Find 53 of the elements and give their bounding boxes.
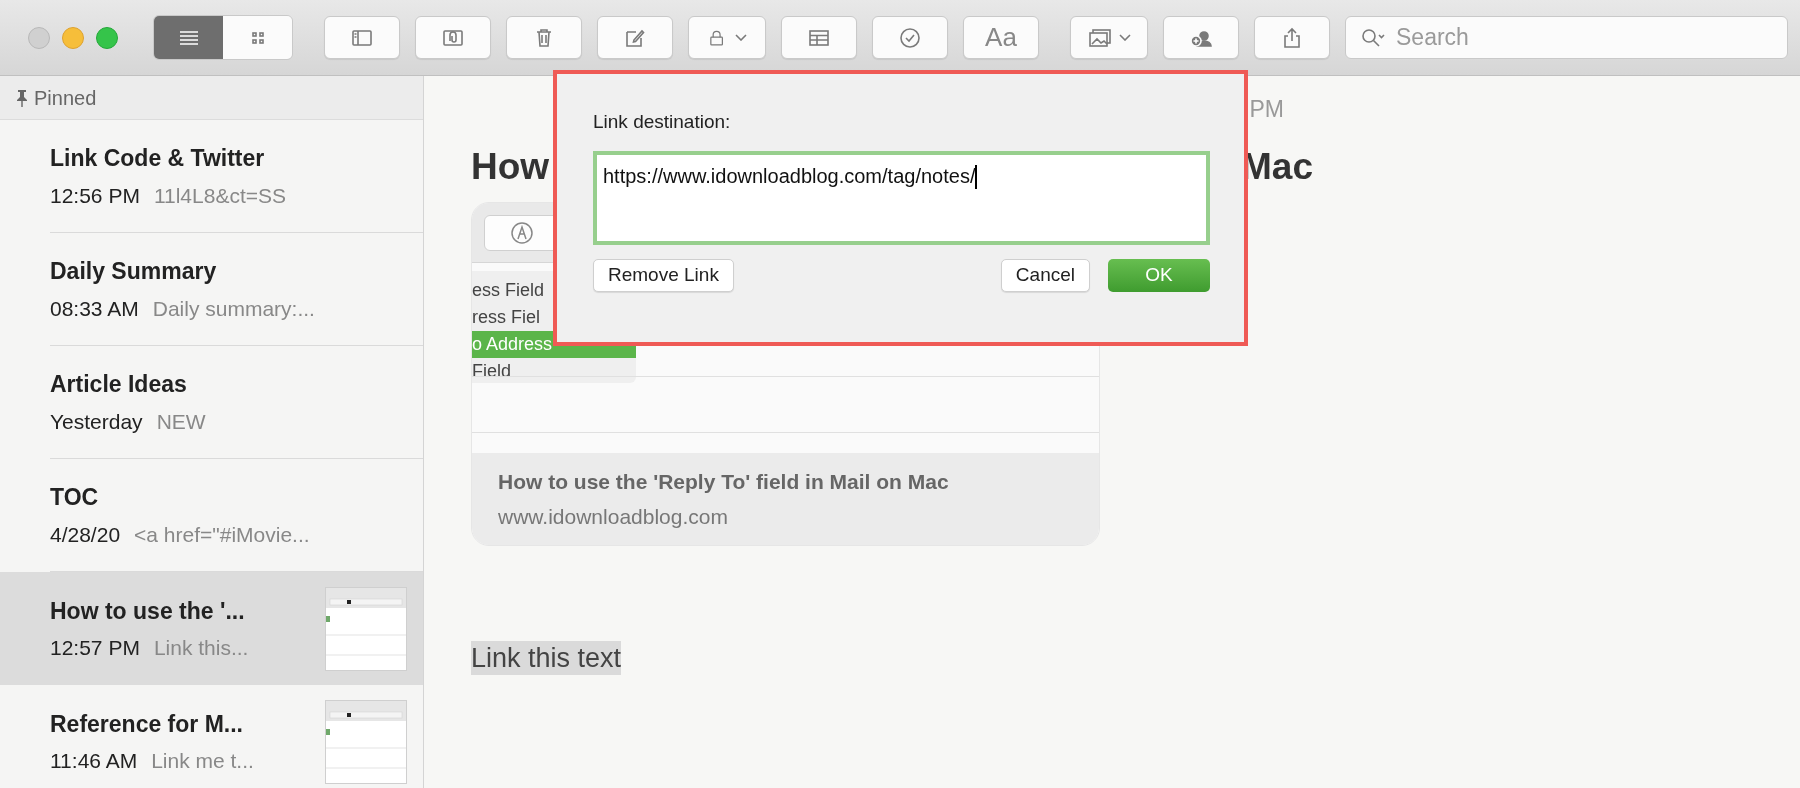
note-date: PM bbox=[1249, 95, 1284, 124]
collaborate-button[interactable] bbox=[1163, 16, 1239, 59]
note-row[interactable]: How to use the '... 12:57 PM Link this... bbox=[0, 572, 423, 685]
menu-item: ess Field bbox=[472, 279, 546, 302]
table-button[interactable] bbox=[781, 16, 857, 59]
note-title: How to use the '... bbox=[50, 596, 246, 626]
pin-icon bbox=[16, 88, 28, 107]
media-button[interactable] bbox=[1070, 16, 1148, 59]
view-toggle[interactable] bbox=[154, 16, 223, 59]
checkmark-circle-icon bbox=[897, 25, 923, 50]
note-row[interactable]: Link Code & Twitter 12:56 PM 11l4L8&ct=SS bbox=[0, 120, 423, 233]
note-title: How bbox=[471, 144, 550, 189]
compass-icon bbox=[510, 220, 534, 245]
note-time: 11:46 AM bbox=[50, 748, 138, 774]
view-toggle[interactable] bbox=[223, 16, 292, 59]
url-field[interactable]: https://www.idownloadblog.com/tag/notes/ bbox=[593, 150, 1210, 245]
note-title: Daily Summary bbox=[50, 257, 218, 286]
note-time: 4/28/20 bbox=[50, 521, 121, 548]
attachments-button[interactable] bbox=[415, 16, 491, 59]
lock-button[interactable] bbox=[688, 16, 766, 59]
note-preview: Link this... bbox=[153, 635, 249, 661]
note-title: Link Code & Twitter bbox=[50, 144, 266, 173]
note-title: Article Ideas bbox=[50, 370, 188, 399]
sidebar-button[interactable] bbox=[324, 16, 400, 59]
note-time: 12:56 PM bbox=[50, 182, 140, 209]
section-title: Pinned bbox=[34, 85, 97, 111]
note-title: TOC bbox=[50, 483, 100, 512]
search-field[interactable]: Search bbox=[1345, 16, 1788, 59]
selected-text: Link this text bbox=[471, 641, 622, 675]
link-title: How to use the 'Reply To' field in Mail on Mac bbox=[498, 468, 950, 495]
note-row[interactable]: Daily Summary 08:33 AM Daily summary:... bbox=[0, 233, 423, 346]
link-url: www.idownloadblog.com bbox=[498, 504, 729, 530]
note-preview: NEW bbox=[156, 408, 206, 435]
note-time: 12:57 PM bbox=[50, 635, 140, 661]
checklist-button[interactable] bbox=[872, 16, 948, 59]
dialog-button[interactable]: Cancel bbox=[1000, 258, 1090, 292]
note-row[interactable]: Reference for M... 11:46 AM Link me t... bbox=[0, 685, 423, 788]
dialog-button[interactable]: Remove Link bbox=[593, 258, 734, 292]
menu-item: ress Fiel bbox=[472, 306, 541, 329]
note-title: Reference for M... bbox=[50, 709, 244, 739]
note-preview: Link me t... bbox=[151, 748, 254, 774]
field-label: Link destination: bbox=[593, 110, 732, 134]
note-preview: Daily summary:... bbox=[152, 295, 315, 322]
note-row[interactable]: Article Ideas Yesterday NEW bbox=[0, 346, 423, 459]
delete-button[interactable] bbox=[506, 16, 582, 59]
share-button[interactable] bbox=[1254, 16, 1330, 59]
note-preview: <a href="#iMovie... bbox=[134, 521, 310, 548]
note-time: 08:33 AM bbox=[50, 295, 139, 322]
compose-button[interactable] bbox=[597, 16, 673, 59]
chevron-down-icon bbox=[1119, 34, 1131, 41]
note-time: Yesterday bbox=[50, 408, 143, 435]
chevron-down-icon bbox=[735, 34, 747, 41]
note-preview: 11l4L8&ct=SS bbox=[153, 182, 286, 209]
